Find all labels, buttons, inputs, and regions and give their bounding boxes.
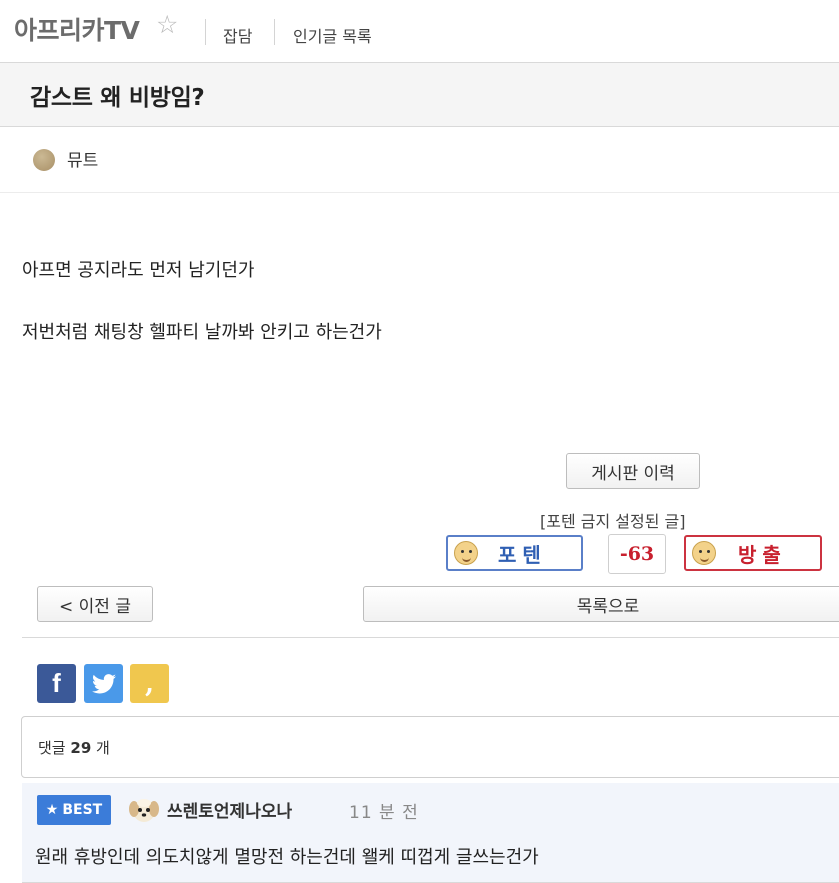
comment-text: 원래 휴방인데 의도치않게 멸망전 하는건데 왤케 띠껍게 글쓰는건가 <box>35 847 539 868</box>
author-avatar[interactable] <box>33 149 55 171</box>
comment-count-prefix: 댓글 <box>38 739 66 757</box>
vote-down-button[interactable]: 방출 <box>684 535 822 571</box>
vote-score: -63 <box>608 534 666 574</box>
post-title: 감스트 왜 비방임? <box>30 85 205 111</box>
comment-author[interactable]: 쓰렌토언제나오나 <box>167 797 292 822</box>
twitter-icon[interactable] <box>84 664 123 703</box>
best-badge: ★ BEST <box>37 795 111 825</box>
vote-up-button[interactable]: 포텐 <box>446 535 583 571</box>
post-body-line: 아프면 공지라도 먼저 남기던가 <box>22 260 255 281</box>
comment-count-number: 29 <box>70 739 92 757</box>
facebook-icon[interactable]: f <box>37 664 76 703</box>
back-to-list-button[interactable]: 목록으로 <box>363 586 839 622</box>
comment-time: 11 분 전 <box>349 803 419 823</box>
comment-count: 댓글 29 개 <box>38 737 110 758</box>
kakaostory-icon[interactable]: , <box>130 664 169 703</box>
vote-down-label: 방출 <box>738 542 787 567</box>
star-icon[interactable]: ☆ <box>156 12 178 37</box>
prev-post-button[interactable]: < 이전 글 <box>37 586 153 622</box>
author-name[interactable]: 뮤트 <box>67 146 98 171</box>
best-badge-label: BEST <box>62 802 103 818</box>
poten-ban-notice: [포텐 금지 설정된 글] <box>540 512 686 531</box>
puppy-avatar-icon[interactable] <box>127 794 161 826</box>
brand-logo[interactable]: 아프리카TV <box>14 11 140 47</box>
nav-divider <box>274 19 275 45</box>
comment-header <box>21 716 839 778</box>
vote-up-label: 포텐 <box>498 542 547 567</box>
board-history-button[interactable]: 게시판 이력 <box>566 453 700 489</box>
face-icon <box>692 541 716 565</box>
divider <box>22 637 839 638</box>
post-body-line: 저번처럼 채팅창 헬파티 날까봐 안키고 하는건가 <box>22 322 382 343</box>
star-icon: ★ <box>45 802 59 818</box>
face-icon <box>454 541 478 565</box>
comment-count-suffix: 개 <box>96 739 110 757</box>
nav-link-chat[interactable]: 잡담 <box>223 23 252 47</box>
nav-divider <box>205 19 206 45</box>
author-row <box>0 127 839 193</box>
nav-link-popular[interactable]: 인기글 목록 <box>293 23 372 47</box>
